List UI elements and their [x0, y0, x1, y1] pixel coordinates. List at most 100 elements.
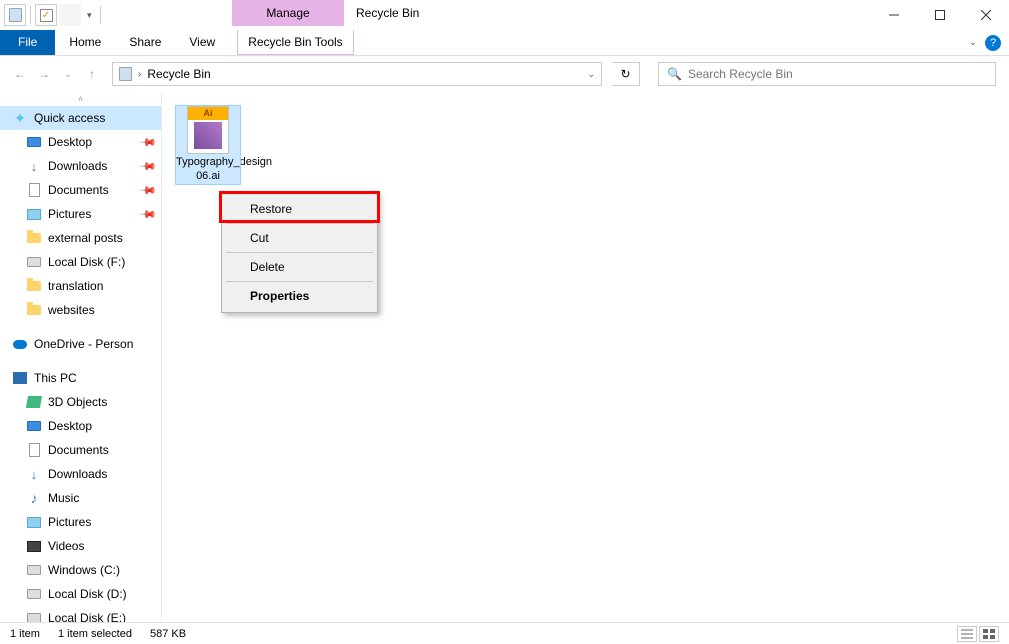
details-view-button[interactable]	[957, 626, 977, 642]
file-list-area[interactable]: Ai Typography_design 06.ai	[162, 92, 1009, 622]
up-button[interactable]: ↑	[82, 64, 102, 84]
maximize-button[interactable]	[917, 0, 963, 30]
sidebar-label: Local Disk (F:)	[48, 255, 125, 269]
pin-icon: 📌	[139, 133, 158, 152]
sidebar-item-pictures-pc[interactable]: Pictures	[0, 510, 161, 534]
sidebar-item-desktop[interactable]: Desktop 📌	[0, 130, 161, 154]
minimize-button[interactable]	[871, 0, 917, 30]
sidebar-label: Local Disk (D:)	[48, 587, 127, 601]
objects3d-icon	[26, 394, 42, 410]
onedrive-icon	[12, 336, 28, 352]
sidebar-item-local-disk-f[interactable]: Local Disk (F:)	[0, 250, 161, 274]
sidebar-item-local-disk-d[interactable]: Local Disk (D:)	[0, 582, 161, 606]
sidebar-label: websites	[48, 303, 95, 317]
sidebar-item-websites[interactable]: websites	[0, 298, 161, 322]
sidebar-label: Music	[48, 491, 79, 505]
properties-qat-icon[interactable]: ✓	[35, 4, 57, 26]
quick-access-toolbar: ✓ ▾	[0, 4, 107, 26]
menu-item-restore[interactable]: Restore	[224, 195, 375, 223]
explorer-body: ʌ ✦ Quick access Desktop📌 ↓Downloads📌 Do…	[0, 92, 1009, 622]
window-title: Recycle Bin	[356, 6, 419, 20]
downloads-icon: ↓	[26, 158, 42, 174]
documents-icon	[26, 182, 42, 198]
pictures-icon	[26, 206, 42, 222]
qat-customize-caret[interactable]: ▾	[87, 10, 92, 21]
search-icon: 🔍	[667, 67, 682, 81]
back-button[interactable]: ←	[10, 64, 30, 84]
thumbnails-view-button[interactable]	[979, 626, 999, 642]
sidebar-item-3d-objects[interactable]: 3D Objects	[0, 390, 161, 414]
separator	[30, 6, 31, 24]
sidebar-label: Downloads	[48, 467, 107, 481]
address-location[interactable]: Recycle Bin	[147, 67, 210, 81]
sidebar-item-videos[interactable]: Videos	[0, 534, 161, 558]
view-switcher	[957, 626, 999, 642]
forward-button[interactable]: →	[34, 64, 54, 84]
ai-badge: Ai	[188, 107, 228, 120]
sidebar-label: Pictures	[48, 207, 91, 221]
folder-icon	[26, 302, 42, 318]
refresh-button[interactable]: ↻	[612, 62, 640, 86]
sidebar-label: Downloads	[48, 159, 107, 173]
search-input[interactable]	[688, 67, 987, 81]
file-thumbnail: Ai	[187, 106, 229, 154]
sidebar-item-quick-access[interactable]: ✦ Quick access	[0, 106, 161, 130]
sidebar-item-local-disk-e[interactable]: Local Disk (E:)	[0, 606, 161, 622]
drive-icon	[26, 610, 42, 622]
tab-home[interactable]: Home	[55, 30, 115, 55]
close-button[interactable]	[963, 0, 1009, 30]
ribbon-collapse-caret[interactable]: ⌄	[969, 37, 977, 48]
scroll-up-icon[interactable]: ʌ	[0, 94, 161, 106]
sidebar-item-this-pc[interactable]: This PC	[0, 366, 161, 390]
sidebar-item-documents[interactable]: Documents📌	[0, 178, 161, 202]
folder-icon	[26, 230, 42, 246]
sidebar-label: Desktop	[48, 135, 92, 149]
menu-item-cut[interactable]: Cut	[224, 224, 375, 252]
menu-item-properties[interactable]: Properties	[224, 282, 375, 310]
sidebar-item-translation[interactable]: translation	[0, 274, 161, 298]
chevron-right-icon[interactable]: ›	[138, 69, 141, 80]
drive-icon	[26, 562, 42, 578]
address-bar[interactable]: › Recycle Bin ⌄	[112, 62, 602, 86]
search-box[interactable]: 🔍	[658, 62, 996, 86]
sidebar-label: Videos	[48, 539, 84, 553]
desktop-icon	[26, 134, 42, 150]
tab-recycle-bin-tools[interactable]: Recycle Bin Tools	[237, 30, 354, 55]
sidebar-label: external posts	[48, 231, 123, 245]
recent-locations-caret[interactable]: ⌄	[58, 64, 78, 84]
status-size: 587 KB	[150, 628, 186, 640]
sidebar-item-onedrive[interactable]: OneDrive - Person	[0, 332, 161, 356]
address-dropdown-caret[interactable]: ⌄	[587, 69, 595, 80]
sidebar-item-music[interactable]: ♪ Music	[0, 486, 161, 510]
window-controls	[871, 0, 1009, 30]
sidebar-label: 3D Objects	[48, 395, 107, 409]
sidebar-label: Quick access	[34, 111, 105, 125]
sidebar-label: OneDrive - Person	[34, 337, 133, 351]
recycle-bin-icon[interactable]	[4, 4, 26, 26]
status-selected-count: 1 item selected	[58, 628, 132, 640]
tab-share[interactable]: Share	[115, 30, 175, 55]
thumbnail-preview	[194, 122, 222, 149]
file-item[interactable]: Ai Typography_design 06.ai	[176, 106, 240, 184]
folder-icon	[26, 278, 42, 294]
sidebar-item-downloads-pc[interactable]: ↓Downloads	[0, 462, 161, 486]
nav-bar: ← → ⌄ ↑ › Recycle Bin ⌄ ↻ 🔍	[0, 56, 1009, 92]
sidebar-item-windows-c[interactable]: Windows (C:)	[0, 558, 161, 582]
desktop-icon	[26, 418, 42, 434]
music-icon: ♪	[26, 490, 42, 506]
sidebar-item-desktop-pc[interactable]: Desktop	[0, 414, 161, 438]
help-icon[interactable]: ?	[985, 35, 1001, 51]
sidebar-item-pictures[interactable]: Pictures📌	[0, 202, 161, 226]
menu-item-delete[interactable]: Delete	[224, 253, 375, 281]
tab-file[interactable]: File	[0, 30, 55, 55]
sidebar-item-documents-pc[interactable]: Documents	[0, 438, 161, 462]
location-icon	[119, 67, 132, 81]
sidebar-item-downloads[interactable]: ↓Downloads📌	[0, 154, 161, 178]
status-bar: 1 item 1 item selected 587 KB	[0, 622, 1009, 644]
qat-blank[interactable]	[59, 4, 81, 26]
drive-icon	[26, 254, 42, 270]
videos-icon	[26, 538, 42, 554]
sidebar-item-external-posts[interactable]: external posts	[0, 226, 161, 250]
tab-view[interactable]: View	[175, 30, 229, 55]
this-pc-icon	[12, 370, 28, 386]
